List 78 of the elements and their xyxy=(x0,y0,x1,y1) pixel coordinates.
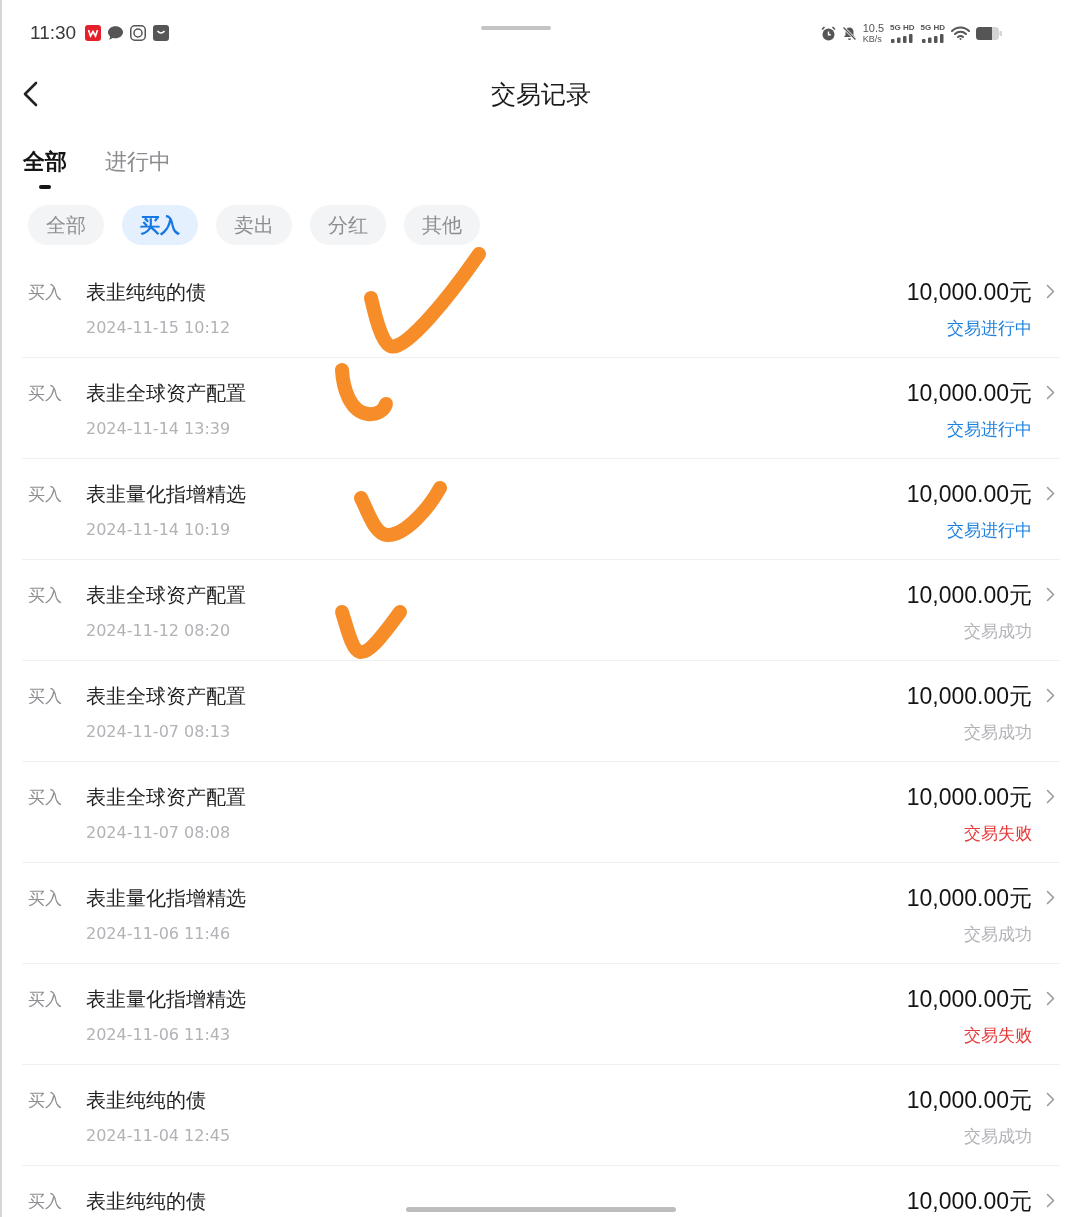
chevron-right-icon xyxy=(1046,1092,1055,1107)
wifi-icon xyxy=(951,26,970,40)
fund-name: 表韭全球资产配置 xyxy=(86,683,246,710)
transaction-amount: 10,000.00元 xyxy=(906,581,1032,609)
chevron-right-icon xyxy=(1046,890,1055,905)
alarm-clock-icon xyxy=(820,25,836,41)
app-tile-icon xyxy=(85,25,102,41)
transaction-status: 交易失败 xyxy=(964,822,1032,845)
status-time: 11:30 xyxy=(30,22,77,44)
filter-chip[interactable]: 买入 xyxy=(122,205,198,245)
transaction-type: 买入 xyxy=(28,786,63,809)
chevron-right-icon xyxy=(1046,284,1055,299)
battery-icon xyxy=(976,26,1002,40)
transaction-date: 2024-11-15 10:12 xyxy=(86,317,231,339)
chevron-right-icon xyxy=(1046,486,1055,501)
transaction-date: 2024-11-07 08:13 xyxy=(86,721,231,743)
chevron-right-icon xyxy=(1046,991,1055,1006)
chevron-right-icon xyxy=(1046,789,1055,804)
transaction-amount: 10,000.00元 xyxy=(906,884,1032,912)
signal-bars-icon xyxy=(921,34,944,43)
fund-name: 表韭量化指增精选 xyxy=(86,986,246,1013)
transaction-type: 买入 xyxy=(28,584,63,607)
network-speed-value: 10.5 xyxy=(862,22,885,34)
transaction-status: 交易进行中 xyxy=(947,317,1032,340)
chat-bubble-icon xyxy=(108,26,124,40)
fund-name: 表韭量化指增精选 xyxy=(86,481,246,508)
network-type-label: 5G HD xyxy=(920,23,945,32)
fund-name: 表韭纯纯的债 xyxy=(86,279,206,306)
network-speed-unit: KB/s xyxy=(862,34,882,44)
back-chevron-icon xyxy=(22,81,38,107)
smile-tile-icon xyxy=(153,25,170,41)
transaction-amount: 10,000.00元 xyxy=(906,783,1032,811)
transaction-status: 交易进行中 xyxy=(947,418,1032,441)
status-tab[interactable]: 全部 xyxy=(23,146,67,189)
transaction-amount: 10,000.00元 xyxy=(906,1187,1032,1215)
transaction-amount: 10,000.00元 xyxy=(906,985,1032,1013)
transaction-status: 交易失败 xyxy=(964,1024,1032,1047)
transaction-amount: 10,000.00元 xyxy=(906,682,1032,710)
bell-off-icon xyxy=(841,25,857,41)
page-title: 交易记录 xyxy=(490,78,592,111)
transaction-amount: 10,000.00元 xyxy=(906,1086,1032,1114)
transaction-type: 买入 xyxy=(28,685,63,708)
transaction-date: 2024-11-04 12:45 xyxy=(86,1125,231,1147)
transaction-type: 买入 xyxy=(28,281,63,304)
transaction-status: 交易进行中 xyxy=(947,519,1032,542)
transaction-type: 买入 xyxy=(28,988,63,1011)
transaction-date: 2024-11-06 11:46 xyxy=(86,923,231,945)
transaction-date: 2024-11-07 08:08 xyxy=(86,822,231,844)
fund-name: 表韭纯纯的债 xyxy=(86,1188,206,1215)
transaction-type: 买入 xyxy=(28,887,63,910)
transaction-status: 交易成功 xyxy=(964,923,1032,946)
fund-name: 表韭量化指增精选 xyxy=(86,885,246,912)
transaction-type: 买入 xyxy=(28,1190,63,1213)
transaction-status: 交易成功 xyxy=(964,620,1032,643)
chevron-right-icon xyxy=(1046,1193,1055,1208)
transaction-amount: 10,000.00元 xyxy=(906,480,1032,508)
transaction-date: 2024-11-14 10:19 xyxy=(86,519,231,541)
transaction-type: 买入 xyxy=(28,382,63,405)
transaction-amount: 10,000.00元 xyxy=(906,278,1032,306)
fund-name: 表韭全球资产配置 xyxy=(86,582,246,609)
fund-name: 表韭全球资产配置 xyxy=(86,380,246,407)
network-type-label: 5G HD xyxy=(890,23,915,32)
fund-name: 表韭纯纯的债 xyxy=(86,1087,206,1114)
transaction-type: 买入 xyxy=(28,483,63,506)
chevron-right-icon xyxy=(1046,587,1055,602)
chevron-right-icon xyxy=(1046,385,1055,400)
round-app-icon xyxy=(130,25,147,41)
transaction-date: 2024-11-14 13:39 xyxy=(86,418,231,440)
transaction-date: 2024-11-06 11:43 xyxy=(86,1024,231,1046)
signal-bars-icon xyxy=(891,34,914,43)
transaction-status: 交易成功 xyxy=(964,1125,1032,1148)
transaction-date: 2024-11-12 08:20 xyxy=(86,620,231,642)
fund-name: 表韭全球资产配置 xyxy=(86,784,246,811)
transaction-status: 交易成功 xyxy=(964,721,1032,744)
transaction-type: 买入 xyxy=(28,1089,63,1112)
drag-handle[interactable] xyxy=(481,26,551,30)
chevron-right-icon xyxy=(1046,688,1055,703)
transaction-amount: 10,000.00元 xyxy=(906,379,1032,407)
